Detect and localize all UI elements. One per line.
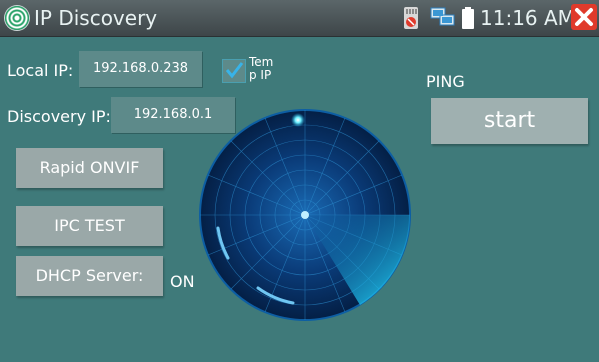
ping-label: PING (426, 72, 465, 91)
sd-card-icon (404, 7, 418, 29)
clock: 11:16 AM (480, 6, 575, 30)
temp-ip-label: Tem p IP (249, 55, 274, 82)
close-button[interactable] (571, 4, 597, 30)
local-ip-label: Local IP: (7, 61, 74, 80)
dhcp-server-button[interactable]: DHCP Server: (16, 256, 163, 296)
checkmark-icon (225, 62, 244, 79)
local-ip-field[interactable]: 192.168.0.238 (79, 51, 202, 87)
network-icon (430, 7, 455, 26)
title-bar: IP Discovery 11:16 AM (0, 0, 599, 37)
close-icon (575, 8, 593, 26)
battery-icon (462, 7, 474, 29)
temp-ip-checkbox[interactable] (222, 59, 246, 83)
radar-blip (291, 113, 305, 127)
dhcp-status: ON (170, 272, 195, 291)
radar-scanner (199, 109, 411, 321)
rapid-onvif-button[interactable]: Rapid ONVIF (16, 148, 163, 188)
ping-start-button[interactable]: start (431, 98, 588, 144)
window-title: IP Discovery (34, 6, 158, 30)
app-radar-icon (5, 6, 29, 30)
ipc-test-button[interactable]: IPC TEST (16, 206, 163, 246)
discovery-ip-label: Discovery IP: (7, 107, 111, 126)
